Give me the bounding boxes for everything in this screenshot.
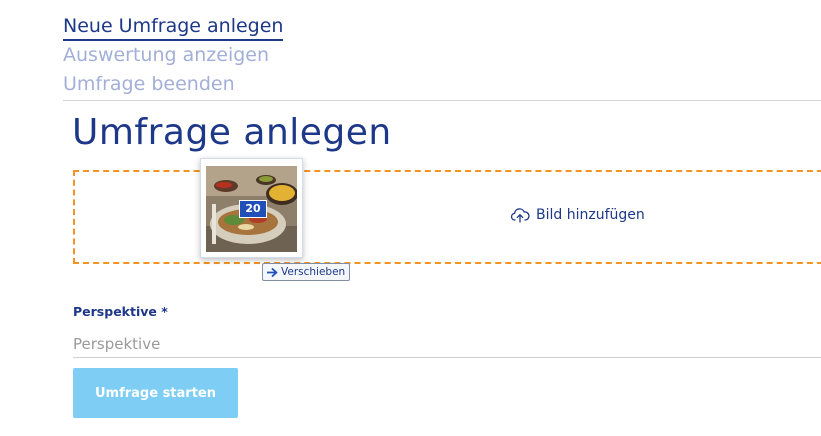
- perspective-label: Perspektive *: [73, 304, 168, 319]
- move-tooltip: Verschieben: [262, 263, 351, 281]
- add-image-button[interactable]: Bild hinzufügen: [510, 207, 645, 223]
- add-image-label: Bild hinzufügen: [536, 207, 645, 223]
- start-survey-button[interactable]: Umfrage starten: [73, 368, 238, 418]
- nav-item-label: Auswertung anzeigen: [63, 44, 270, 66]
- move-tooltip-label: Verschieben: [281, 266, 346, 278]
- image-dropzone[interactable]: [73, 170, 821, 264]
- cloud-upload-icon: [510, 208, 530, 223]
- nav-item-label: Neue Umfrage anlegen: [63, 13, 284, 41]
- nav-item-auswertung[interactable]: Auswertung anzeigen: [63, 41, 283, 70]
- nav-item-label: Umfrage beenden: [63, 73, 235, 95]
- nav-divider: [63, 100, 821, 101]
- nav-item-neue-umfrage[interactable]: Neue Umfrage anlegen: [63, 12, 284, 41]
- image-thumbnail[interactable]: 20: [200, 158, 303, 258]
- image-count-badge: 20: [239, 200, 267, 218]
- arrow-right-icon: [267, 267, 278, 277]
- nav-item-umfrage-beenden[interactable]: Umfrage beenden: [63, 70, 283, 99]
- main-nav: Neue Umfrage anlegen Auswertung anzeigen…: [63, 12, 284, 99]
- page-title: Umfrage anlegen: [72, 112, 392, 153]
- perspective-input[interactable]: [73, 330, 821, 358]
